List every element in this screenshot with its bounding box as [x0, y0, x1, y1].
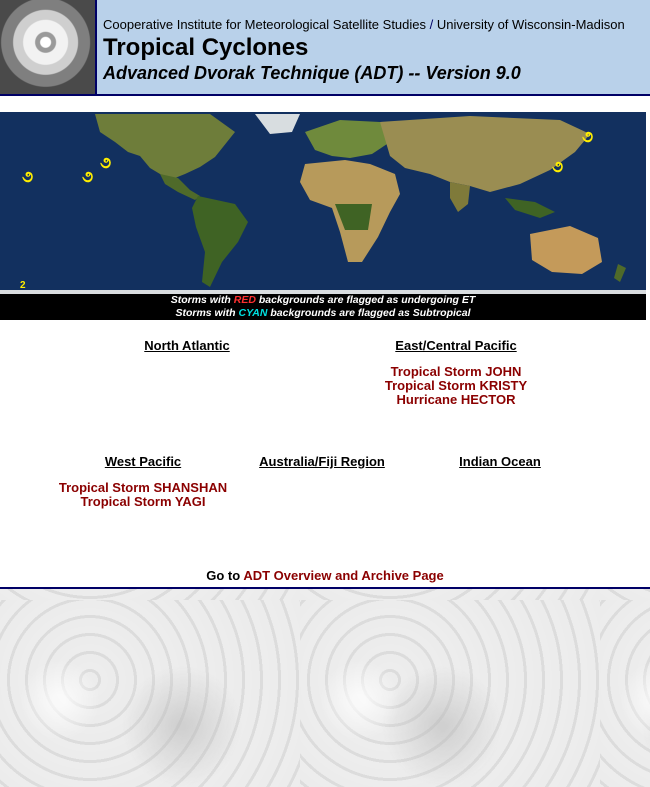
region-east-central-pacific: East/Central Pacific Tropical Storm JOHN…: [356, 338, 556, 407]
legend-line-subtropical: Storms with CYAN backgrounds are flagged…: [175, 307, 471, 319]
institute-separator: /: [429, 17, 434, 32]
region-west-pacific: West Pacific Tropical Storm SHANSHAN Tro…: [43, 454, 243, 509]
storm-marker-2[interactable]: ૭: [82, 170, 93, 186]
page-title: Tropical Cyclones: [103, 34, 309, 61]
institute-name[interactable]: Cooperative Institute for Meteorological…: [103, 17, 426, 32]
storm-marker-1[interactable]: ૭: [22, 170, 33, 186]
adt-overview-archive-link[interactable]: ADT Overview and Archive Page: [243, 568, 443, 583]
page-subtitle: Advanced Dvorak Technique (ADT) -- Versi…: [103, 63, 521, 83]
region-heading-indian-ocean[interactable]: Indian Ocean: [440, 454, 560, 469]
footer-nav: Go to ADT Overview and Archive Page: [206, 568, 444, 583]
hurricane-logo-image: [0, 0, 97, 94]
region-heading-west-pacific[interactable]: West Pacific: [43, 454, 243, 469]
storm-link-hector[interactable]: Hurricane HECTOR: [356, 393, 556, 407]
page-body: Cooperative Institute for Meteorological…: [0, 0, 650, 589]
legend-red-keyword: RED: [233, 294, 256, 306]
university-name[interactable]: University of Wisconsin-Madison: [437, 17, 625, 32]
storm-link-john[interactable]: Tropical Storm JOHN: [356, 365, 556, 379]
storm-marker-4[interactable]: ૭: [552, 160, 563, 176]
map-corner-label: 2: [20, 280, 26, 291]
region-australia-fiji: Australia/Fiji Region: [242, 454, 402, 481]
institute-line: Cooperative Institute for Meteorological…: [103, 17, 625, 32]
legend-bar: Storms with RED backgrounds are flagged …: [0, 294, 646, 320]
region-north-atlantic: North Atlantic: [100, 338, 274, 365]
storm-marker-5[interactable]: ૭: [582, 130, 593, 146]
storm-link-yagi[interactable]: Tropical Storm YAGI: [43, 495, 243, 509]
header-banner: Cooperative Institute for Meteorological…: [0, 0, 650, 96]
region-indian-ocean: Indian Ocean: [440, 454, 560, 481]
storm-marker-3[interactable]: ૭: [100, 156, 111, 172]
world-map-graphic: [0, 112, 646, 294]
region-heading-east-central-pacific[interactable]: East/Central Pacific: [356, 338, 556, 353]
storm-link-shanshan[interactable]: Tropical Storm SHANSHAN: [43, 481, 243, 495]
legend-cyan-keyword: CYAN: [238, 307, 268, 319]
region-heading-australia-fiji[interactable]: Australia/Fiji Region: [242, 454, 402, 469]
storm-world-map[interactable]: 2 ૭૭૭૭૭: [0, 112, 646, 294]
storm-link-kristy[interactable]: Tropical Storm KRISTY: [356, 379, 556, 393]
legend-line-et: Storms with RED backgrounds are flagged …: [170, 294, 476, 306]
region-heading-north-atlantic[interactable]: North Atlantic: [100, 338, 274, 353]
